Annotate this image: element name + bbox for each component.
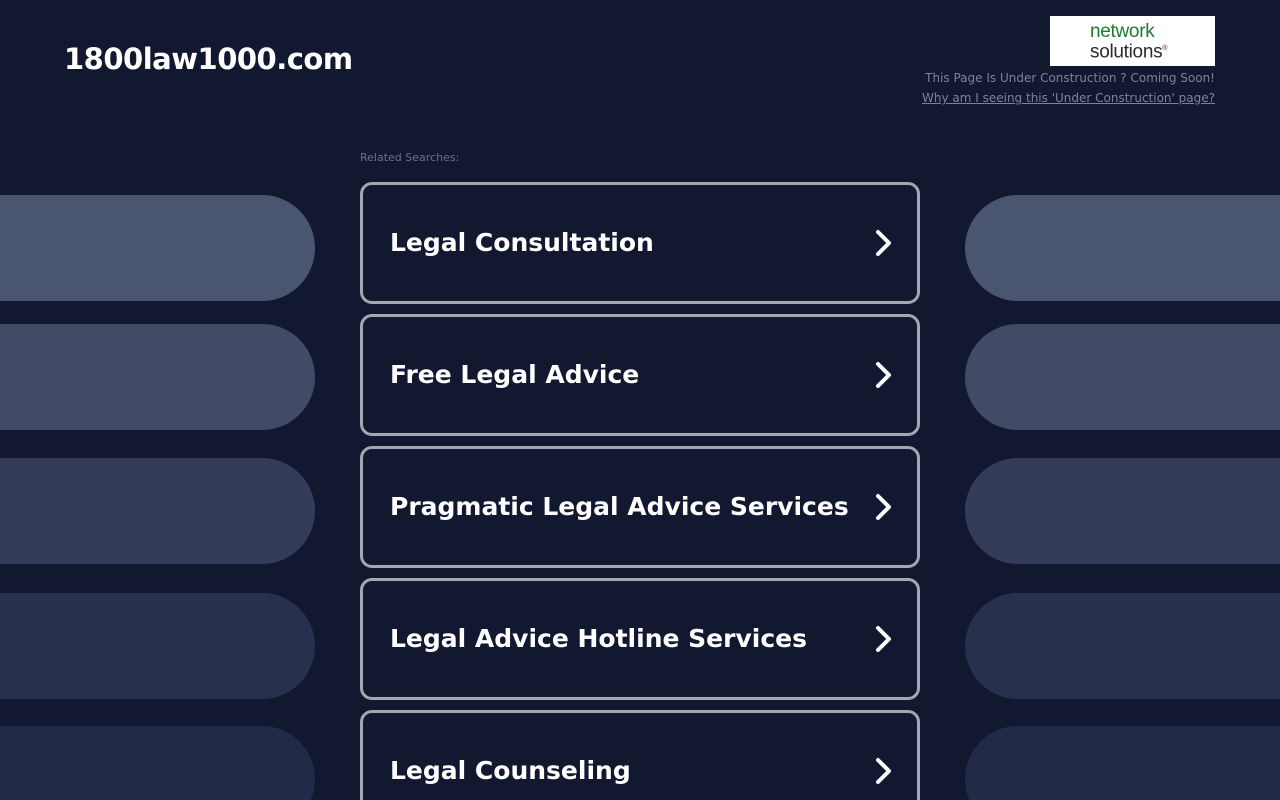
- related-search-label: Free Legal Advice: [390, 360, 640, 389]
- decorative-pill-right-4: [965, 593, 1280, 699]
- related-search-button-2[interactable]: Free Legal Advice: [360, 314, 920, 436]
- why-under-construction-link[interactable]: Why am I seeing this 'Under Construction…: [922, 91, 1215, 105]
- registered-mark: ®: [1162, 45, 1168, 52]
- related-searches-label: Related Searches:: [360, 151, 460, 164]
- chevron-right-icon: [876, 230, 891, 256]
- logo-word-solutions: solutions®: [1090, 41, 1168, 63]
- under-construction-notice: This Page Is Under Construction ? Coming…: [925, 71, 1215, 85]
- decorative-pill-left-3: [0, 458, 315, 564]
- related-search-button-1[interactable]: Legal Consultation: [360, 182, 920, 304]
- decorative-pill-right-1: [965, 195, 1280, 301]
- decorative-pill-right-3: [965, 458, 1280, 564]
- decorative-pill-right-2: [965, 324, 1280, 430]
- chevron-right-icon: [876, 758, 891, 784]
- chevron-right-icon: [876, 494, 891, 520]
- domain-title: 1800law1000.com: [64, 42, 353, 76]
- decorative-pill-right-5: [965, 726, 1280, 800]
- related-search-label: Legal Counseling: [390, 756, 631, 785]
- decorative-pill-left-2: [0, 324, 315, 430]
- decorative-pill-left-5: [0, 726, 315, 800]
- related-search-button-3[interactable]: Pragmatic Legal Advice Services: [360, 446, 920, 568]
- logo-word-network: network: [1090, 21, 1155, 42]
- related-search-button-4[interactable]: Legal Advice Hotline Services: [360, 578, 920, 700]
- chevron-right-icon: [876, 626, 891, 652]
- related-search-button-5[interactable]: Legal Counseling: [360, 710, 920, 800]
- decorative-pill-left-1: [0, 195, 315, 301]
- related-search-label: Legal Consultation: [390, 228, 654, 257]
- parked-domain-page: 1800law1000.com network solutions® This …: [0, 0, 1280, 800]
- related-search-label: Pragmatic Legal Advice Services: [390, 492, 849, 521]
- decorative-pill-left-4: [0, 593, 315, 699]
- chevron-right-icon: [876, 362, 891, 388]
- network-solutions-logo[interactable]: network solutions®: [1050, 16, 1215, 66]
- related-search-label: Legal Advice Hotline Services: [390, 624, 807, 653]
